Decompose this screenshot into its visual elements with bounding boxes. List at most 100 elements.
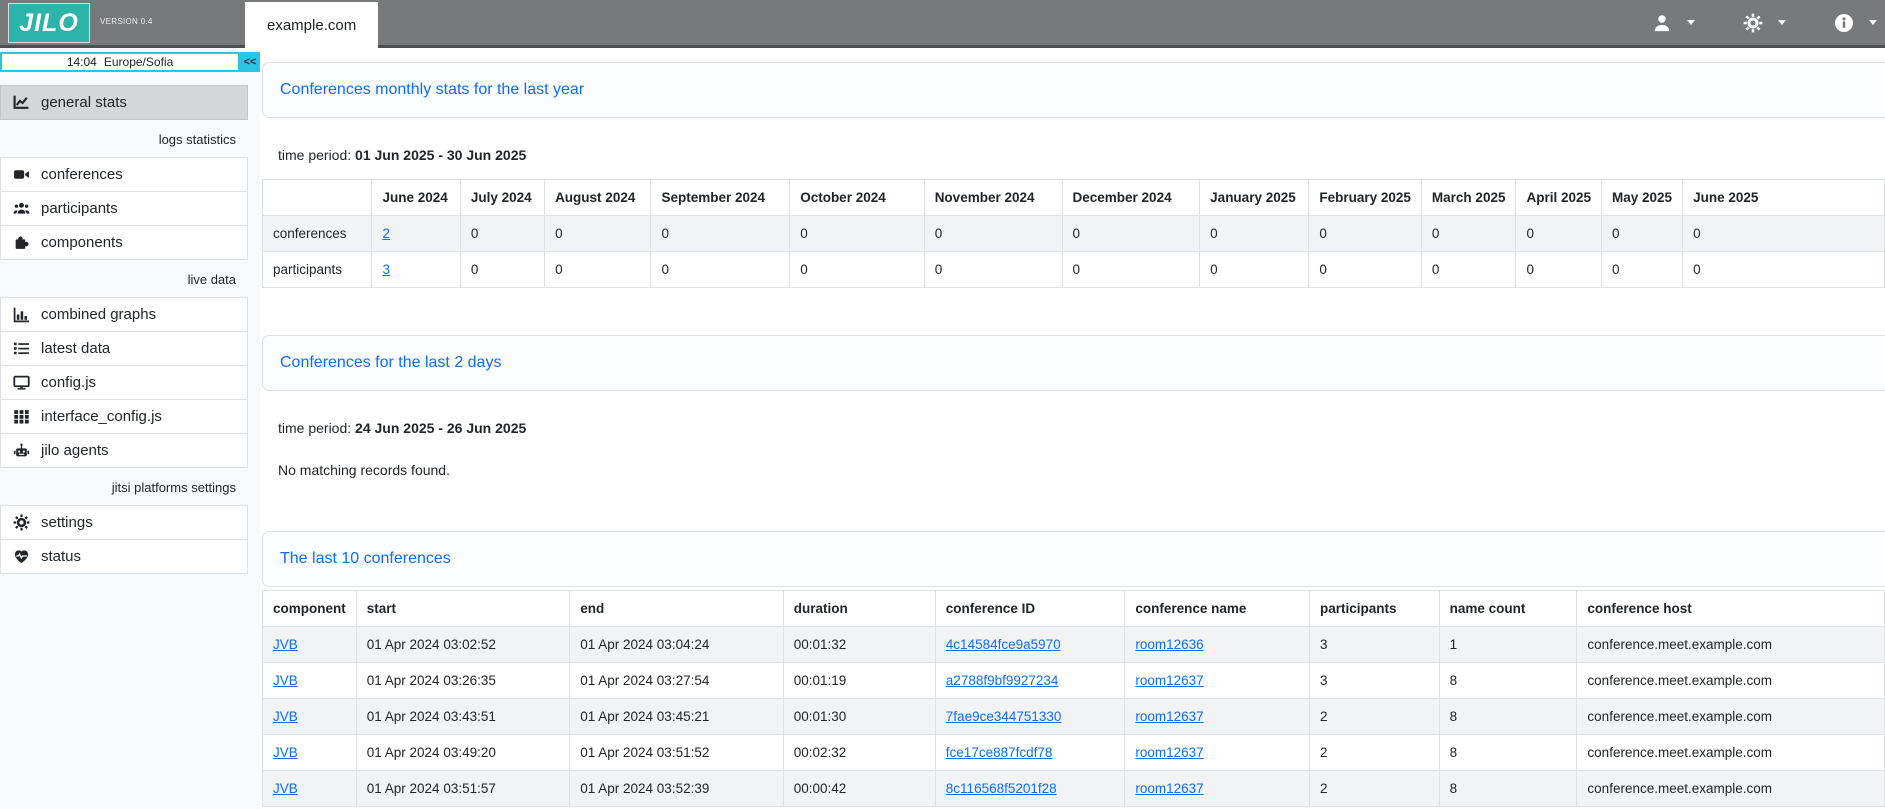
conference-name-link[interactable]: room12637 — [1135, 709, 1203, 724]
month-column-header: June 2025 — [1683, 180, 1885, 216]
conference-row: JVB01 Apr 2024 03:51:5701 Apr 2024 03:52… — [263, 771, 1885, 807]
component-link[interactable]: JVB — [273, 709, 298, 724]
sidebar-item-latest-data[interactable]: latest data — [0, 331, 248, 366]
conference-id-link[interactable]: 7fae9ce344751330 — [946, 709, 1062, 724]
column-header-end: end — [570, 591, 783, 627]
month-column-header: September 2024 — [651, 180, 790, 216]
column-header-component: component — [263, 591, 357, 627]
cell-conference-host: conference.meet.example.com — [1577, 627, 1885, 663]
sidebar-item-general-stats[interactable]: general stats — [0, 85, 248, 120]
cell-participants: 2 — [1309, 699, 1439, 735]
sidebar-section-label-jitsi-platforms-settings: jitsi platforms settings — [0, 468, 248, 505]
conference-id-link[interactable]: fce17ce887fcdf78 — [946, 745, 1053, 760]
month-column-header: February 2025 — [1309, 180, 1422, 216]
cell-name-count: 8 — [1439, 735, 1577, 771]
conference-id-link[interactable]: 8c116568f5201f28 — [946, 781, 1057, 796]
cell-conference-name: room12637 — [1125, 735, 1310, 771]
cell-conference-name: room12637 — [1125, 699, 1310, 735]
tab-platform[interactable]: example.com — [245, 2, 378, 48]
user-menu[interactable] — [1652, 13, 1695, 33]
chevron-down-icon — [1687, 20, 1695, 25]
month-column-header: August 2024 — [545, 180, 651, 216]
cell-participants: 2 — [1309, 771, 1439, 807]
sidebar-item-config-js[interactable]: config.js — [0, 365, 248, 400]
cell-end: 01 Apr 2024 03:51:52 — [570, 735, 783, 771]
sidebar-item-components[interactable]: components — [0, 225, 248, 260]
conference-name-link[interactable]: room12636 — [1135, 637, 1203, 652]
month-column-header: July 2024 — [460, 180, 544, 216]
app-logo: JILO — [8, 3, 90, 43]
sidebar-item-interface-config-js[interactable]: interface_config.js — [0, 399, 248, 434]
cell-participants: 3 — [1309, 663, 1439, 699]
monthly-table-row-conferences: conferences2000000000000 — [263, 216, 1885, 252]
conference-name-link[interactable]: room12637 — [1135, 745, 1203, 760]
conference-name-link[interactable]: room12637 — [1135, 673, 1203, 688]
sidebar-item-conferences[interactable]: conferences — [0, 157, 248, 192]
conference-row: JVB01 Apr 2024 03:26:3501 Apr 2024 03:27… — [263, 663, 1885, 699]
user-icon — [1652, 13, 1672, 33]
cell-start: 01 Apr 2024 03:43:51 — [356, 699, 569, 735]
sidebar-item-combined-graphs[interactable]: combined graphs — [0, 297, 248, 332]
sidebar-menu: general statslogs statisticsconferencesp… — [0, 85, 260, 574]
sidebar-item-label: conferences — [41, 166, 123, 183]
component-link[interactable]: JVB — [273, 781, 298, 796]
last10-table-header-row: componentstartenddurationconference IDco… — [263, 591, 1885, 627]
column-header-conference-host: conference host — [1577, 591, 1885, 627]
cell-name-count: 8 — [1439, 699, 1577, 735]
panel-monthly-stats: Conferences monthly stats for the last y… — [262, 62, 1885, 288]
cell-conference-name: room12637 — [1125, 771, 1310, 807]
cell-duration: 00:01:19 — [783, 663, 935, 699]
component-link[interactable]: JVB — [273, 745, 298, 760]
sidebar-item-label: participants — [41, 200, 118, 217]
clock-display: 14:04 Europe/Sofia — [0, 52, 240, 72]
settings-menu[interactable] — [1743, 13, 1786, 33]
conference-id-link[interactable]: a2788f9bf9927234 — [946, 673, 1059, 688]
row-label-column-header — [263, 180, 372, 216]
info-menu[interactable] — [1834, 13, 1877, 33]
puzzle-icon — [13, 234, 30, 251]
sidebar-collapse-button[interactable]: << — [240, 52, 260, 72]
sidebar-item-status[interactable]: status — [0, 539, 248, 574]
sidebar-item-settings[interactable]: settings — [0, 505, 248, 540]
monthly-value-cell: 0 — [1062, 252, 1200, 288]
last-10-conferences-table: componentstartenddurationconference IDco… — [262, 590, 1885, 807]
monthly-value-cell: 0 — [1516, 216, 1602, 252]
component-link[interactable]: JVB — [273, 673, 298, 688]
sidebar-item-jilo-agents[interactable]: jilo agents — [0, 433, 248, 468]
sidebar-item-participants[interactable]: participants — [0, 191, 248, 226]
monthly-value-cell: 2 — [372, 216, 460, 252]
conference-name-link[interactable]: room12637 — [1135, 781, 1203, 796]
cell-component: JVB — [263, 735, 357, 771]
panel-title: Conferences monthly stats for the last y… — [280, 81, 584, 98]
column-header-participants: participants — [1309, 591, 1439, 627]
chart-line-icon — [13, 94, 30, 111]
cell-name-count: 8 — [1439, 663, 1577, 699]
sidebar-item-label: interface_config.js — [41, 408, 162, 425]
cell-conference-name: room12637 — [1125, 663, 1310, 699]
robot-icon — [13, 442, 30, 459]
component-link[interactable]: JVB — [273, 637, 298, 652]
cell-conference-id: fce17ce887fcdf78 — [935, 735, 1125, 771]
monthly-value-cell: 0 — [1683, 252, 1885, 288]
chevron-down-icon — [1778, 20, 1786, 25]
sidebar-item-label: settings — [41, 514, 93, 531]
sidebar-item-label: status — [41, 548, 81, 565]
monthly-value-cell: 0 — [1421, 252, 1516, 288]
conference-id-link[interactable]: 4c14584fce9a5970 — [946, 637, 1061, 652]
cell-conference-id: 4c14584fce9a5970 — [935, 627, 1125, 663]
tab-platform-label: example.com — [267, 17, 356, 34]
panel-header-monthly-stats: Conferences monthly stats for the last y… — [262, 62, 1885, 118]
sidebar: 14:04 Europe/Sofia << general statslogs … — [0, 48, 260, 809]
column-header-start: start — [356, 591, 569, 627]
sidebar-item-label: general stats — [41, 94, 127, 111]
conference-row: JVB01 Apr 2024 03:43:5101 Apr 2024 03:45… — [263, 699, 1885, 735]
panel-last-10-conferences: The last 10 conferences componentstarten… — [262, 531, 1885, 807]
clock-timezone: Europe/Sofia — [104, 55, 173, 69]
info-icon — [1834, 13, 1854, 33]
cell-conference-id: 7fae9ce344751330 — [935, 699, 1125, 735]
conferences-count-link[interactable]: 2 — [382, 226, 390, 241]
monthly-value-cell: 0 — [790, 252, 925, 288]
cell-duration: 00:01:32 — [783, 627, 935, 663]
participants-count-link[interactable]: 3 — [382, 262, 390, 277]
sidebar-item-label: jilo agents — [41, 442, 109, 459]
